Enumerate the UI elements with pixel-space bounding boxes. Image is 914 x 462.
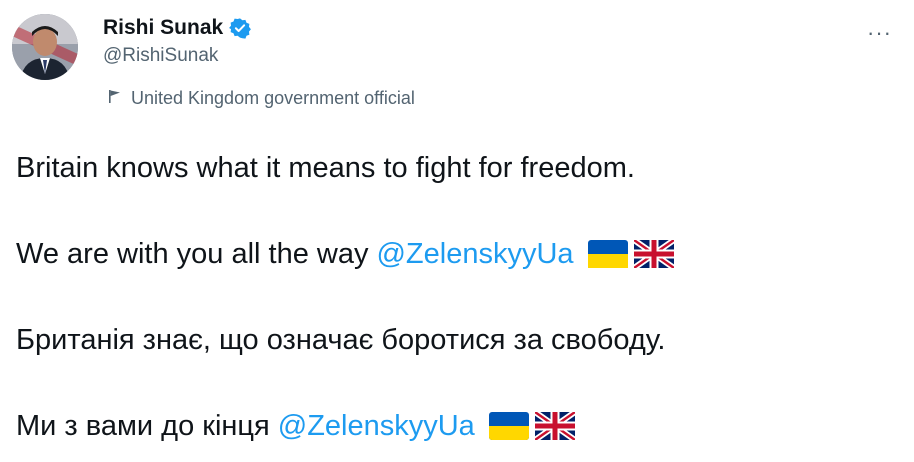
ukraine-flag-icon: [587, 240, 628, 268]
tweet-line-text: Ми з вами до кінця: [16, 410, 270, 442]
author-name[interactable]: Rishi Sunak: [103, 16, 223, 40]
tweet-line-text: Britain knows what it means to fight for…: [16, 152, 635, 184]
verified-badge-icon: [229, 17, 252, 39]
mention-link[interactable]: @ZelenskyyUa: [376, 236, 573, 272]
name-row: Rishi Sunak: [103, 16, 252, 40]
tweet-line: Британія знає, що означає боротися за св…: [16, 322, 896, 358]
more-options-button[interactable]: ···: [867, 20, 892, 46]
author-header: Rishi Sunak @RishiSunak: [103, 16, 252, 67]
tweet-text: Britain knows what it means to fight for…: [16, 150, 896, 444]
tweet-line: Ми з вами до кінця @ZelenskyyUa: [16, 408, 896, 444]
author-handle[interactable]: @RishiSunak: [103, 45, 251, 67]
mention-link[interactable]: @ZelenskyyUa: [278, 408, 475, 444]
tweet-line-text: We are with you all the way: [16, 238, 369, 270]
uk-flag-icon: [533, 409, 577, 443]
tweet-line: We are with you all the way @ZelenskyyUa: [16, 236, 896, 272]
tweet-line: Britain knows what it means to fight for…: [16, 150, 896, 186]
flag-emojis: [587, 237, 676, 271]
government-label[interactable]: United Kingdom government official: [107, 88, 415, 109]
government-label-text: United Kingdom government official: [131, 88, 415, 108]
flag-emojis: [488, 409, 577, 443]
ukraine-flag-icon: [488, 412, 529, 440]
avatar[interactable]: [12, 14, 78, 80]
tweet-line-text: Британія знає, що означає боротися за св…: [16, 324, 666, 356]
flag-label-icon: [107, 88, 123, 109]
uk-flag-icon: [631, 237, 676, 271]
